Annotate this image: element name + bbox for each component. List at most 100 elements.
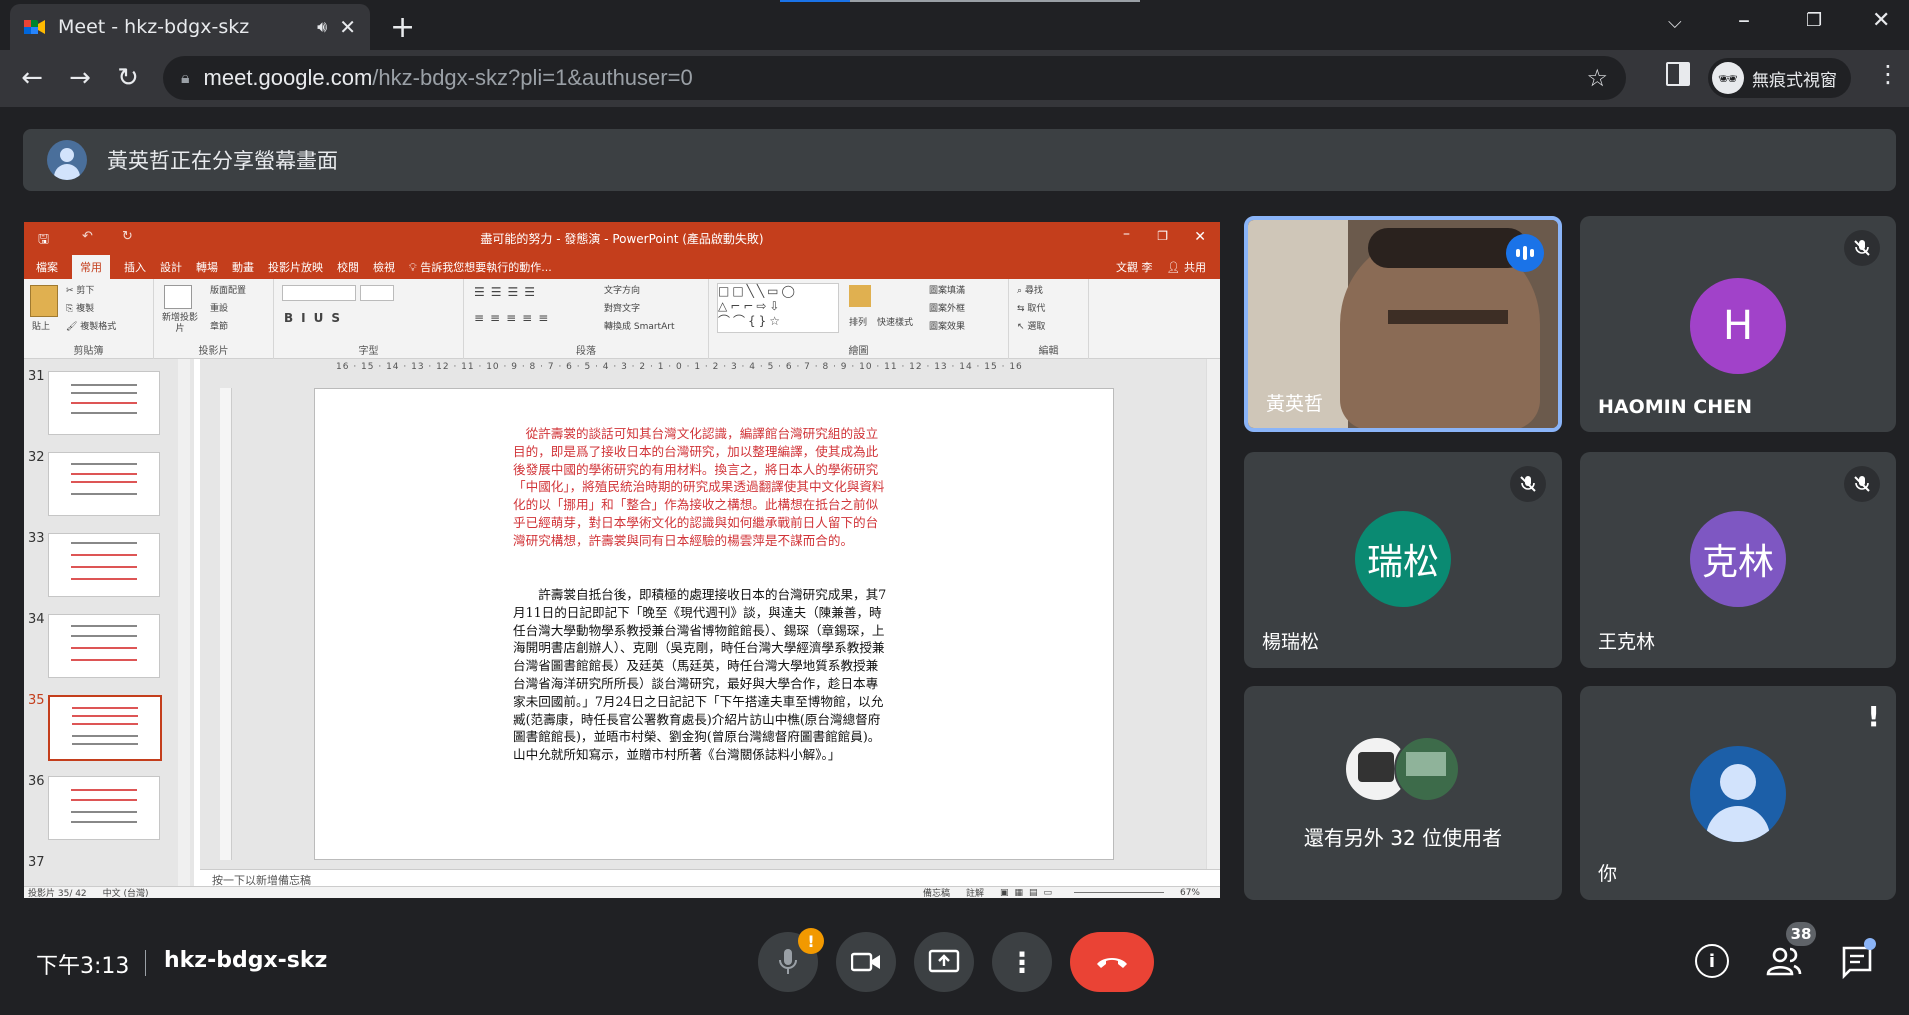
- pp-tab-slideshow[interactable]: 投影片放映: [268, 259, 323, 275]
- incognito-label: 無痕式視窗: [1752, 70, 1837, 91]
- zoom-slider[interactable]: [1073, 892, 1164, 893]
- slide-canvas[interactable]: 從許壽裳的談話可知其台灣文化認識，編譯館台灣研究組的設立目的，即是爲了接收日本的…: [314, 388, 1114, 860]
- browser-tab-bar: Meet - hkz-bdgx-skz 🔊︎ ✕ + ⌵ – ❐ ✕: [0, 0, 1909, 50]
- zoom-level[interactable]: 67%: [1180, 888, 1200, 898]
- pp-share-button[interactable]: 👤︎ 共用: [1167, 259, 1206, 275]
- copy-button[interactable]: ⎘ 複製: [66, 301, 94, 314]
- close-tab-icon[interactable]: ✕: [339, 15, 356, 39]
- align-text-button[interactable]: 對齊文字: [604, 301, 640, 314]
- status-notes-button[interactable]: 備忘稿: [923, 886, 950, 898]
- side-panel-icon[interactable]: [1666, 62, 1690, 86]
- pp-redo-icon[interactable]: ↻: [122, 229, 133, 244]
- alert-icon[interactable]: !: [1867, 700, 1880, 733]
- new-slide-icon[interactable]: [164, 285, 192, 309]
- people-button[interactable]: [1764, 944, 1804, 978]
- participant-tile[interactable]: 克林 王克林: [1580, 452, 1896, 668]
- arrange-button[interactable]: 排列: [849, 315, 867, 328]
- find-button[interactable]: ⌕ 尋找: [1017, 283, 1043, 296]
- shapes-gallery[interactable]: □□╲╲▭◯ △⌐⌐⇨⇩ ⌒⌒{}☆: [717, 283, 839, 333]
- cut-button[interactable]: ✂ 剪下: [66, 283, 94, 296]
- align-icons[interactable]: ≡≡≡≡≡: [474, 311, 554, 325]
- slide-thumbnail-33[interactable]: [48, 533, 160, 597]
- back-button[interactable]: ←: [14, 60, 50, 96]
- pp-minimize-icon[interactable]: –: [1123, 226, 1130, 242]
- shape-fill-button[interactable]: 圖案填滿: [929, 283, 965, 296]
- group-label-paragraph: 段落: [576, 346, 596, 357]
- replace-button[interactable]: ⇆ 取代: [1017, 301, 1045, 314]
- slide-number-selected: 35: [28, 693, 45, 708]
- status-comments-button[interactable]: 註解: [966, 886, 984, 898]
- pp-tab-home[interactable]: 常用: [72, 254, 110, 279]
- slide-thumbnail-32[interactable]: [48, 452, 160, 516]
- slide-thumbnail-31[interactable]: [48, 371, 160, 435]
- slide-number: 36: [28, 774, 45, 789]
- section-button[interactable]: 章節: [210, 319, 228, 332]
- font-size-box[interactable]: [360, 285, 394, 301]
- presenter-avatar: [47, 140, 87, 180]
- present-screen-icon: [928, 949, 960, 973]
- participant-tile[interactable]: 瑞松 楊瑞松: [1244, 452, 1562, 668]
- smartart-button[interactable]: 轉換成 SmartArt: [604, 319, 674, 332]
- bookmark-star-icon[interactable]: ☆: [1586, 64, 1608, 92]
- more-options-button[interactable]: ⋮: [992, 932, 1052, 992]
- view-buttons[interactable]: ▣▦▤▭: [1000, 888, 1058, 898]
- pp-tab-view[interactable]: 檢視: [373, 259, 395, 275]
- close-window-button[interactable]: ✕: [1872, 8, 1890, 33]
- camera-button[interactable]: [836, 932, 896, 992]
- tab-search-chevron-icon[interactable]: ⌵: [1668, 12, 1682, 33]
- font-style-buttons[interactable]: BIUS: [284, 311, 348, 325]
- format-painter-button[interactable]: 🖌︎ 複製格式: [66, 319, 116, 332]
- bullets-icon[interactable]: ☰☰☰☰: [474, 285, 541, 299]
- omnibox[interactable]: 🔒︎ meet.google.com/hkz-bdgx-skz?pli=1&au…: [163, 56, 1626, 100]
- restore-button[interactable]: ❐: [1806, 10, 1822, 31]
- pp-maximize-icon[interactable]: ❐: [1157, 229, 1168, 243]
- participant-tile-speaker[interactable]: 黃英哲: [1244, 216, 1562, 432]
- layout-button[interactable]: 版面配置: [210, 283, 246, 296]
- select-button[interactable]: ↖ 選取: [1017, 319, 1045, 332]
- participant-tile[interactable]: H HAOMIN CHEN: [1580, 216, 1896, 432]
- forward-button[interactable]: →: [62, 60, 98, 96]
- pp-tab-transitions[interactable]: 轉場: [196, 259, 218, 275]
- slide-paragraph-black[interactable]: 許壽裳自抵台後，即積極的處理接收日本的台灣研究成果，其7月11日的日記即記下「晚…: [513, 586, 888, 764]
- meeting-info-button[interactable]: i: [1695, 944, 1729, 978]
- incognito-profile-chip[interactable]: 🕶︎ 無痕式視窗: [1708, 58, 1851, 98]
- self-tile[interactable]: ! 你: [1580, 686, 1896, 900]
- more-participants-tile[interactable]: 還有另外 32 位使用者: [1244, 686, 1562, 900]
- slide-thumbnail-34[interactable]: [48, 614, 160, 678]
- paste-button[interactable]: 貼上: [32, 319, 50, 332]
- browser-tab[interactable]: Meet - hkz-bdgx-skz 🔊︎ ✕: [10, 4, 370, 50]
- leave-call-button[interactable]: [1070, 932, 1154, 992]
- editor-scrollbar[interactable]: [1206, 359, 1220, 869]
- text-direction-button[interactable]: 文字方向: [604, 283, 640, 296]
- shape-effects-button[interactable]: 圖案效果: [929, 319, 965, 332]
- reset-button[interactable]: 重設: [210, 301, 228, 314]
- new-tab-button[interactable]: +: [390, 10, 415, 45]
- present-screen-button[interactable]: [914, 932, 974, 992]
- pp-tab-animations[interactable]: 動畫: [232, 259, 254, 275]
- pp-close-icon[interactable]: ✕: [1194, 229, 1206, 245]
- pp-save-icon[interactable]: 🖫︎: [38, 230, 49, 252]
- pp-tab-file[interactable]: 檔案: [36, 259, 58, 275]
- pp-undo-icon[interactable]: ↶: [82, 229, 93, 244]
- reload-button[interactable]: ↻: [110, 60, 146, 96]
- pp-tab-review[interactable]: 校閱: [337, 259, 359, 275]
- pp-tab-insert[interactable]: 插入: [124, 259, 146, 275]
- slide-thumbnail-36[interactable]: [48, 776, 160, 840]
- url-text: meet.google.com/hkz-bdgx-skz?pli=1&authu…: [203, 65, 693, 90]
- status-language[interactable]: 中文 (台灣): [103, 886, 149, 898]
- slide-paragraph-red[interactable]: 從許壽裳的談話可知其台灣文化認識，編譯館台灣研究組的設立目的，即是爲了接收日本的…: [513, 425, 888, 550]
- paste-icon[interactable]: [30, 285, 58, 317]
- pp-tell-me[interactable]: 💡︎ 告訴我您想要執行的動作...: [409, 259, 552, 275]
- new-slide-button[interactable]: 新增投影片: [158, 313, 202, 335]
- pp-tab-design[interactable]: 設計: [160, 259, 182, 275]
- minimize-button[interactable]: –: [1738, 6, 1750, 34]
- arrange-icon[interactable]: [849, 285, 871, 307]
- quick-styles-button[interactable]: 快速樣式: [877, 315, 913, 328]
- slide-thumbnail-35[interactable]: [48, 695, 162, 761]
- participant-name: 黃英哲: [1266, 393, 1324, 415]
- speaker-icon[interactable]: 🔊︎: [317, 17, 327, 37]
- shape-outline-button[interactable]: 圖案外框: [929, 301, 965, 314]
- thumbnails-scrollbar[interactable]: [178, 359, 190, 886]
- font-name-box[interactable]: [282, 285, 356, 301]
- browser-menu-icon[interactable]: ⋮: [1876, 60, 1900, 88]
